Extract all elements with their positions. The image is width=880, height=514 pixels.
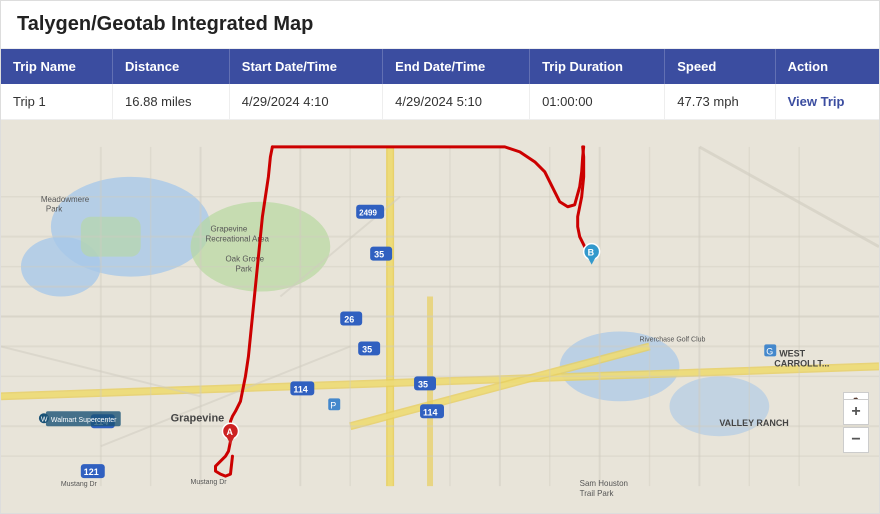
- svg-text:A: A: [226, 427, 233, 437]
- svg-text:Grapevine: Grapevine: [211, 225, 248, 234]
- col-distance: Distance: [113, 49, 230, 84]
- cell-trip-duration: 01:00:00: [530, 84, 665, 120]
- svg-text:2499: 2499: [359, 209, 377, 218]
- svg-text:Meadowmere: Meadowmere: [41, 195, 90, 204]
- col-trip-name: Trip Name: [1, 49, 113, 84]
- svg-text:35: 35: [374, 250, 384, 260]
- svg-text:Riverchase Golf Club: Riverchase Golf Club: [640, 336, 706, 343]
- header: Talygen/Geotab Integrated Map: [1, 1, 879, 49]
- cell-action: View Trip: [775, 84, 879, 120]
- cell-speed: 47.73 mph: [665, 84, 775, 120]
- cell-trip-name: Trip 1: [1, 84, 113, 120]
- svg-text:Park: Park: [235, 265, 251, 274]
- svg-text:Walmart Supercenter: Walmart Supercenter: [51, 417, 117, 424]
- svg-text:35: 35: [418, 379, 428, 389]
- svg-text:Mustang Dr: Mustang Dr: [191, 479, 228, 486]
- table-section: Trip Name Distance Start Date/Time End D…: [1, 49, 879, 120]
- map-zoom-controls: + −: [843, 399, 869, 453]
- map-container[interactable]: Meadowmere Park Grapevine Recreational A…: [1, 120, 879, 513]
- view-trip-link[interactable]: View Trip: [788, 94, 845, 109]
- app-container: Talygen/Geotab Integrated Map Trip Name …: [0, 0, 880, 514]
- svg-text:B: B: [588, 248, 595, 258]
- col-start-datetime: Start Date/Time: [229, 49, 382, 84]
- svg-text:Mustang Dr: Mustang Dr: [61, 481, 98, 488]
- svg-text:114: 114: [423, 407, 437, 417]
- svg-text:VALLEY RANCH: VALLEY RANCH: [719, 418, 788, 428]
- zoom-out-button[interactable]: −: [843, 427, 869, 453]
- app-title: Talygen/Geotab Integrated Map: [17, 13, 313, 35]
- svg-text:G: G: [766, 346, 773, 356]
- cell-distance: 16.88 miles: [113, 84, 230, 120]
- svg-text:121: 121: [84, 467, 99, 477]
- svg-text:CARROLLT...: CARROLLT...: [774, 358, 829, 368]
- svg-text:26: 26: [344, 314, 354, 324]
- cell-end-datetime: 4/29/2024 5:10: [383, 84, 530, 120]
- svg-text:114: 114: [293, 384, 307, 394]
- svg-text:Grapevine: Grapevine: [171, 412, 225, 424]
- table-header-row: Trip Name Distance Start Date/Time End D…: [1, 49, 879, 84]
- svg-text:Park: Park: [46, 205, 62, 214]
- col-speed: Speed: [665, 49, 775, 84]
- table-row: Trip 1 16.88 miles 4/29/2024 4:10 4/29/2…: [1, 84, 879, 120]
- col-end-datetime: End Date/Time: [383, 49, 530, 84]
- map-svg: Meadowmere Park Grapevine Recreational A…: [1, 120, 879, 513]
- trips-table: Trip Name Distance Start Date/Time End D…: [1, 49, 879, 120]
- svg-text:WEST: WEST: [779, 348, 805, 358]
- col-trip-duration: Trip Duration: [530, 49, 665, 84]
- svg-text:W: W: [41, 416, 48, 423]
- svg-text:Sam Houston: Sam Houston: [580, 479, 628, 488]
- svg-text:P: P: [330, 400, 336, 410]
- col-action: Action: [775, 49, 879, 84]
- cell-start-datetime: 4/29/2024 4:10: [229, 84, 382, 120]
- zoom-in-button[interactable]: +: [843, 399, 869, 425]
- svg-text:35: 35: [362, 344, 372, 354]
- svg-text:Trail Park: Trail Park: [580, 489, 614, 498]
